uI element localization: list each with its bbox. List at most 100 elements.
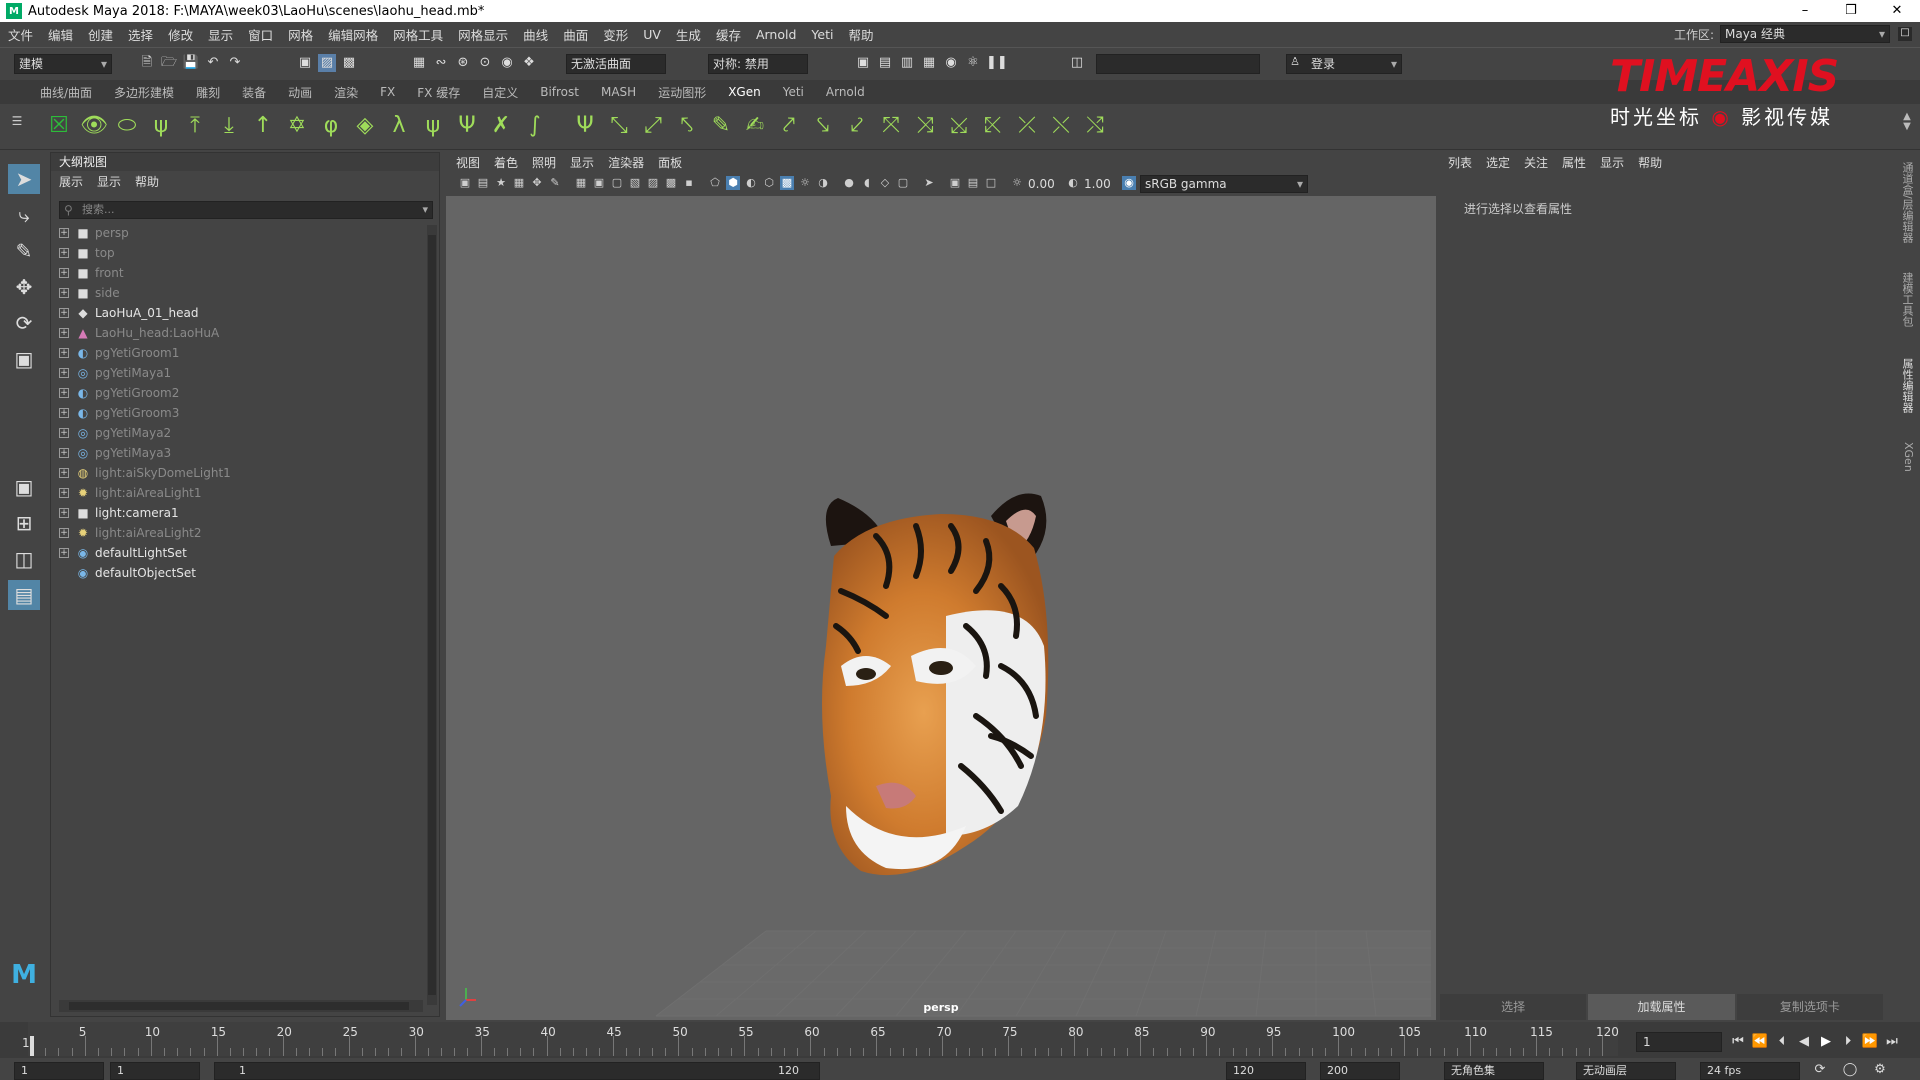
bookmark-icon[interactable]: ★ <box>494 176 508 190</box>
pause-render-icon[interactable]: ❚❚ <box>986 54 1008 72</box>
view-transform-dropdown[interactable]: sRGB gamma <box>1140 175 1308 193</box>
live-surface-field[interactable]: 无激活曲面 <box>566 54 666 74</box>
shelf-options-icon[interactable]: ☰ <box>10 114 24 128</box>
gamma-icon[interactable]: ◐ <box>1066 176 1080 190</box>
groom-cut-icon[interactable]: ⤪ <box>980 112 1006 140</box>
textured-icon[interactable]: ▩ <box>780 176 794 190</box>
wireframe-on-shaded-icon[interactable]: ⬡ <box>762 176 776 190</box>
outliner-item[interactable]: + ■ light:camera1 <box>59 503 419 523</box>
outliner-item[interactable]: + ◉ defaultLightSet <box>59 543 419 563</box>
current-time-marker[interactable] <box>30 1036 34 1056</box>
menu-edit-mesh[interactable]: 编辑网格 <box>328 25 378 44</box>
outliner-item[interactable]: + ◍ light:aiSkyDomeLight1 <box>59 463 419 483</box>
ae-menu-help[interactable]: 帮助 <box>1638 154 1662 171</box>
select-camera-icon[interactable]: ▣ <box>458 176 472 190</box>
menu-windows[interactable]: 窗口 <box>248 25 273 44</box>
viewport-menu-lighting[interactable]: 照明 <box>532 154 556 171</box>
groom-attract-icon[interactable]: ⤭ <box>1082 112 1108 140</box>
menu-generate[interactable]: 生成 <box>676 25 701 44</box>
lasso-tool-icon[interactable]: ⤷ <box>8 200 40 230</box>
ae-load-attributes-button[interactable]: 加载属性 <box>1588 994 1735 1020</box>
ipr-render-icon[interactable]: ▥ <box>898 54 916 72</box>
shelf-tab-fx-cache[interactable]: FX 缓存 <box>417 84 460 101</box>
xgen-collection-icon[interactable]: ⬭ <box>114 112 140 140</box>
safe-action-icon[interactable]: ▩ <box>664 176 678 190</box>
render-settings-icon[interactable]: ▦ <box>920 54 938 72</box>
xgen-description-icon[interactable]: Ψ <box>572 112 598 140</box>
shelf-tab-yeti[interactable]: Yeti <box>783 85 804 99</box>
side-tab-modeling-toolkit[interactable]: 建模工具包 <box>1899 272 1915 327</box>
isolate-select-icon[interactable]: ➤ <box>922 176 936 190</box>
outliner-item[interactable]: + ◐ pgYetiGroom1 <box>59 343 419 363</box>
color-management-icon[interactable]: ◉ <box>1122 176 1136 190</box>
expand-icon[interactable]: + <box>59 268 69 278</box>
single-view-layout-icon[interactable]: ▣ <box>8 472 40 502</box>
shelf-tab-xgen[interactable]: XGen <box>728 85 761 99</box>
groom-freeze-icon[interactable]: ⤩ <box>946 112 972 140</box>
step-forward-frame-icon[interactable]: ⏵ <box>1838 1032 1858 1052</box>
snap-surface-icon[interactable]: ◉ <box>498 54 516 72</box>
ae-menu-show[interactable]: 显示 <box>1600 154 1624 171</box>
gate-mask-icon[interactable]: ▧ <box>628 176 642 190</box>
menu-mesh-tools[interactable]: 网格工具 <box>393 25 443 44</box>
save-scene-icon[interactable]: 💾 <box>182 54 200 72</box>
close-button[interactable]: ✕ <box>1874 0 1920 22</box>
viewport-menu-panels[interactable]: 面板 <box>658 154 682 171</box>
viewport-menu-show[interactable]: 显示 <box>570 154 594 171</box>
guide-lock-icon[interactable]: ✡ <box>284 112 310 140</box>
four-view-layout-icon[interactable]: ⊞ <box>8 508 40 538</box>
expand-icon[interactable]: + <box>59 448 69 458</box>
shelf-tab-arnold[interactable]: Arnold <box>826 85 865 99</box>
xray-components-icon[interactable]: □ <box>984 176 998 190</box>
xgen-guides-icon[interactable]: ψ <box>148 112 174 140</box>
groom-density-icon[interactable]: ⤡ <box>606 112 632 140</box>
playback-end-field[interactable]: 120 <box>1226 1062 1306 1080</box>
guide-smooth-icon[interactable]: ∫ <box>522 112 548 140</box>
groom-scale-icon[interactable]: ⤫ <box>1014 112 1040 140</box>
menu-create[interactable]: 创建 <box>88 25 113 44</box>
guide-cv-icon[interactable]: ↑ <box>250 112 276 140</box>
guide-bend-icon[interactable]: λ <box>386 112 412 140</box>
playback-prefs-icon[interactable]: ⚙ <box>1870 1060 1890 1080</box>
outliner-item[interactable]: + ◎ pgYetiMaya3 <box>59 443 419 463</box>
expand-icon[interactable]: + <box>59 548 69 558</box>
grid-toggle-icon[interactable]: ▦ <box>574 176 588 190</box>
loop-icon[interactable]: ⟳ <box>1810 1060 1830 1080</box>
outliner-menu-display[interactable]: 显示 <box>97 173 121 190</box>
menu-select[interactable]: 选择 <box>128 25 153 44</box>
groom-noise-icon[interactable]: ⤥ <box>810 112 836 140</box>
motion-blur-icon[interactable]: ◖ <box>860 176 874 190</box>
snap-live-icon[interactable]: ❖ <box>520 54 538 72</box>
shelf-tab-rendering[interactable]: 渲染 <box>334 84 358 101</box>
menu-edit[interactable]: 编辑 <box>48 25 73 44</box>
ae-select-button[interactable]: 选择 <box>1440 994 1587 1020</box>
hypershade-icon[interactable]: ◉ <box>942 54 960 72</box>
default-material-icon[interactable]: ◐ <box>744 176 758 190</box>
anim-layer-dropdown[interactable]: 无动画层 <box>1576 1062 1676 1080</box>
command-input[interactable] <box>1096 54 1260 74</box>
select-object-icon[interactable]: ▨ <box>318 54 336 72</box>
menu-surfaces[interactable]: 曲面 <box>563 25 588 44</box>
expand-icon[interactable]: + <box>59 468 69 478</box>
expand-icon[interactable]: + <box>59 368 69 378</box>
shelf-tab-rigging[interactable]: 装备 <box>242 84 266 101</box>
outliner-layout-icon[interactable]: ▤ <box>8 580 40 610</box>
render-view-icon[interactable]: ▣ <box>854 54 872 72</box>
outliner-item[interactable]: + ■ persp <box>59 223 419 243</box>
xray-joints-icon[interactable]: ▤ <box>966 176 980 190</box>
expand-icon[interactable]: + <box>59 528 69 538</box>
resolution-gate-icon[interactable]: ▢ <box>610 176 624 190</box>
menu-set-dropdown[interactable]: 建模 <box>14 54 112 74</box>
expand-icon[interactable]: + <box>59 388 69 398</box>
open-scene-icon[interactable]: 🗁 <box>160 54 178 72</box>
groom-brush-icon[interactable]: ✎ <box>708 112 734 140</box>
scrollbar-thumb[interactable] <box>69 1002 409 1010</box>
shelf-tab-motion-graphics[interactable]: 运动图形 <box>658 84 706 101</box>
outliner-item[interactable]: + ◐ pgYetiGroom2 <box>59 383 419 403</box>
side-tab-channel-box[interactable]: 通道盒/层编辑器 <box>1899 162 1915 243</box>
range-slider-bar[interactable]: 1 120 <box>214 1062 820 1080</box>
menu-arnold[interactable]: Arnold <box>756 27 796 42</box>
groom-clump-icon[interactable]: ⤧ <box>878 112 904 140</box>
groom-smooth-icon[interactable]: ⤤ <box>776 112 802 140</box>
3d-viewport[interactable]: persp <box>446 196 1436 1020</box>
